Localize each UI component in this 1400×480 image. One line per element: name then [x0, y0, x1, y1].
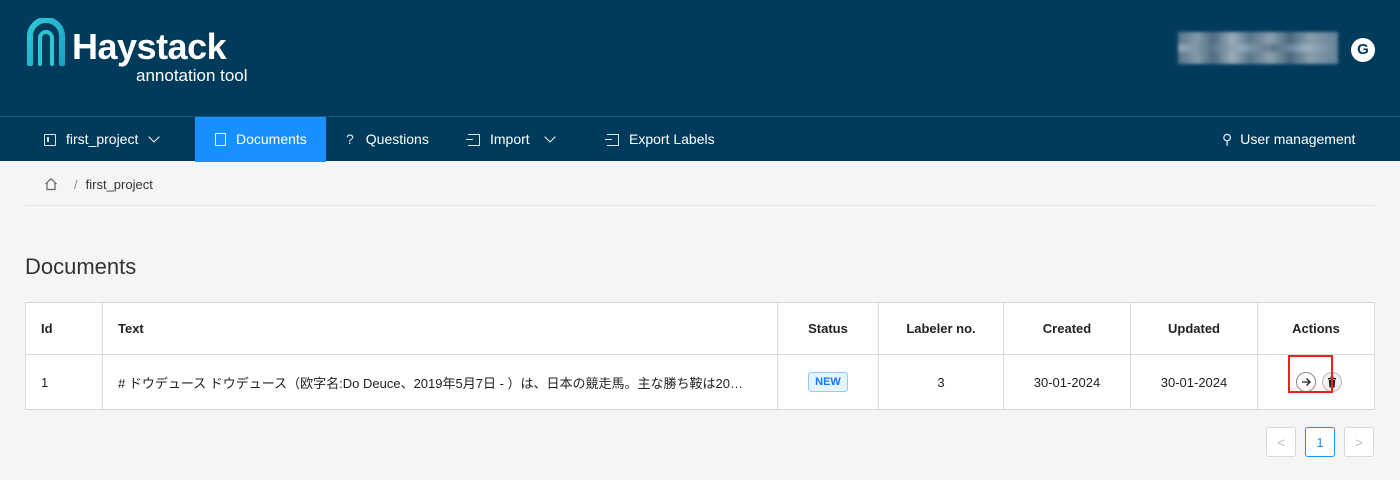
column-header-labeler: Labeler no. [879, 303, 1004, 354]
column-header-status: Status [778, 303, 879, 354]
cell-text: # ドウデュース ドウデュース（欧字名:Do Deuce、2019年5月7日 -… [103, 355, 778, 409]
avatar[interactable]: G [1351, 38, 1375, 62]
divider [25, 205, 1375, 206]
cell-actions [1258, 355, 1374, 409]
app-header: Haystack annotation tool G [0, 0, 1400, 116]
pagination-prev-button[interactable]: < [1266, 427, 1296, 457]
highlight-box [1288, 355, 1333, 393]
haystack-logo-icon [27, 18, 65, 66]
table-row[interactable]: 1 # ドウデュース ドウデュース（欧字名:Do Deuce、2019年5月7日… [26, 355, 1374, 409]
tab-questions-label: Questions [365, 131, 429, 147]
tab-questions[interactable]: ? Questions [346, 117, 429, 162]
column-header-updated: Updated [1131, 303, 1258, 354]
user-name-redacted[interactable] [1178, 32, 1338, 64]
main-nav: first_project Documents ? Questions Impo… [0, 116, 1400, 162]
nav-project-label: first_project [66, 131, 139, 147]
tab-documents[interactable]: Documents [195, 117, 326, 162]
board-icon [44, 133, 56, 146]
cell-updated: 30-01-2024 [1131, 355, 1258, 409]
tab-user-management[interactable]: ⚲ User management [1222, 117, 1355, 162]
tab-documents-label: Documents [236, 131, 307, 147]
question-icon: ? [346, 131, 354, 147]
chevron-down-icon [148, 131, 161, 143]
documents-table: Id Text Status Labeler no. Created Updat… [25, 302, 1375, 410]
pagination-next-button[interactable]: > [1344, 427, 1374, 457]
import-icon [466, 133, 480, 146]
breadcrumb-separator: / [74, 176, 78, 192]
pagination-page-1[interactable]: 1 [1305, 427, 1335, 457]
cell-created: 30-01-2024 [1004, 355, 1131, 409]
home-icon[interactable] [44, 177, 58, 191]
cell-status: NEW [778, 355, 879, 409]
tab-user-management-label: User management [1240, 131, 1356, 147]
status-badge: NEW [808, 372, 848, 392]
brand-subtitle: annotation tool [136, 66, 248, 85]
nav-import-dropdown[interactable]: Import [466, 117, 556, 162]
tab-export-labels[interactable]: Export Labels [605, 117, 715, 162]
tab-export-label: Export Labels [629, 131, 715, 147]
brand-title: Haystack [72, 26, 227, 67]
breadcrumb-project[interactable]: first_project [86, 177, 153, 192]
document-icon [215, 133, 226, 146]
breadcrumb: / first_project [44, 175, 153, 193]
column-header-text: Text [103, 303, 778, 354]
export-icon [605, 133, 619, 146]
cell-id: 1 [26, 355, 103, 409]
column-header-created: Created [1004, 303, 1131, 354]
nav-import-label: Import [490, 131, 530, 147]
column-header-actions: Actions [1292, 321, 1340, 336]
chevron-down-icon [544, 131, 556, 143]
table-header-row: Id Text Status Labeler no. Created Updat… [26, 303, 1374, 355]
cell-text-value: # ドウデュース ドウデュース（欧字名:Do Deuce、2019年5月7日 -… [118, 375, 743, 391]
column-header-id: Id [26, 303, 103, 354]
page-title: Documents [25, 254, 137, 279]
cell-labelers: 3 [879, 355, 1004, 409]
nav-project-dropdown[interactable]: first_project [44, 117, 161, 162]
users-icon: ⚲ [1222, 131, 1233, 147]
haystack-logo[interactable]: Haystack annotation tool [26, 18, 306, 90]
actions-group [1288, 355, 1342, 393]
